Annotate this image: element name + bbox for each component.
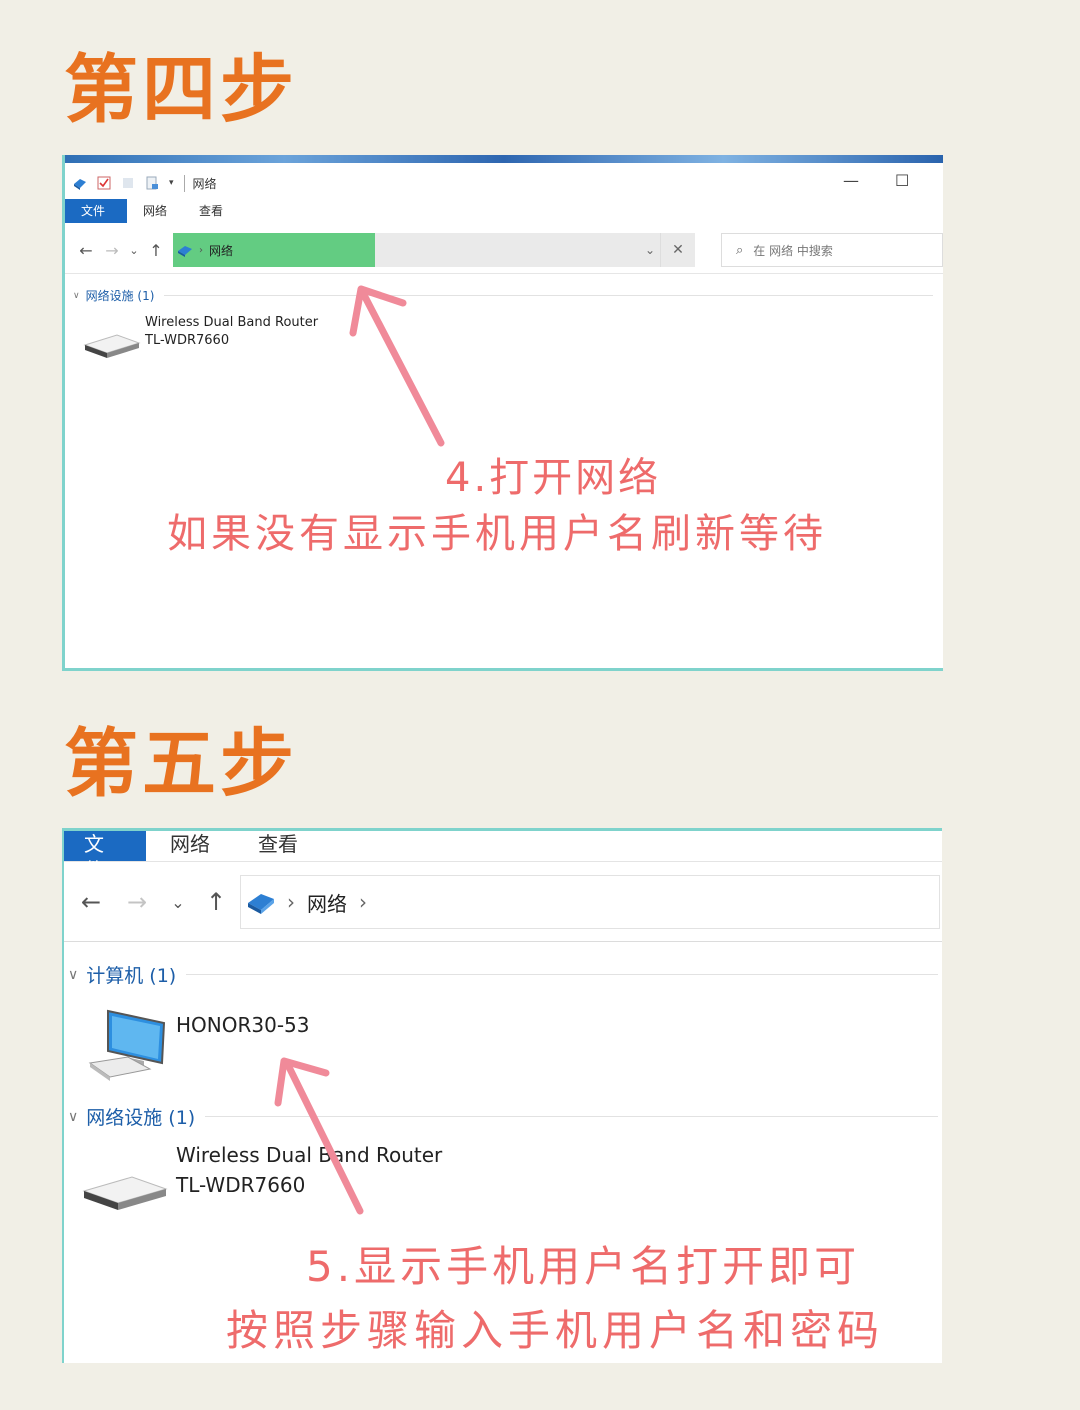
chevron-down-icon[interactable]: ∨ [68,1109,78,1125]
up-arrow-icon[interactable]: ↑ [143,241,169,260]
annotation-arrow-icon [349,285,445,447]
group-header-network-devices[interactable]: ∨ 网络设施 (1) [68,1103,938,1130]
divider [64,941,942,942]
forward-arrow-icon[interactable]: → [99,241,125,260]
step5-title: 第五步 [64,721,298,807]
router-icon[interactable] [83,331,141,359]
router-icon[interactable] [82,1171,168,1211]
network-icon[interactable] [73,176,87,190]
network-icon [178,246,192,257]
title-bar-strip [65,155,943,163]
chevron-right-icon: › [287,890,295,914]
folder-icon[interactable] [121,176,135,190]
network-icon [248,894,274,914]
device-model[interactable]: TL-WDR7660 [145,333,229,348]
search-box[interactable]: ⌕ 在 网络 中搜索 [721,233,943,267]
chevron-down-icon[interactable]: ▾ [169,178,174,188]
ribbon-tabs: 文件 网络 查看 [65,199,943,223]
tab-file[interactable]: 文件 [65,199,127,223]
step5-screenshot: 文件 网络 查看 ← → ⌄ ↑ › 网络 › ∨ 计算机 (1) HONOR3… [62,828,942,1363]
navigation-bar: ← → ⌄ ↑ › 网络 › [68,875,942,929]
tab-file[interactable]: 文件 [64,831,146,882]
annotation-line1: 5.显示手机用户名打开即可 [306,1242,861,1291]
tab-network[interactable]: 网络 [146,831,234,861]
chevron-down-icon[interactable]: ∨ [73,291,80,301]
group-header-computers[interactable]: ∨ 计算机 (1) [68,961,938,988]
tab-network[interactable]: 网络 [127,199,183,223]
back-arrow-icon[interactable]: ← [68,888,114,916]
device-name[interactable]: Wireless Dual Band Router [145,315,318,330]
step4-title: 第四步 [64,47,298,133]
chevron-right-icon[interactable]: › [359,890,367,914]
breadcrumb-network[interactable]: 网络 [307,888,347,917]
computer-icon[interactable] [88,1007,168,1083]
step4-screenshot: ▾ 网络 — ☐ 文件 网络 查看 ← → ⌄ ↑ › 网络 ⌄ ✕ ⌕ 在 网… [62,155,943,671]
group-label: 网络设施 (1) [86,1107,196,1129]
annotation-arrow-icon [274,1057,364,1215]
ribbon-tabs: 文件 网络 查看 [64,831,942,882]
annotation-line2: 如果没有显示手机用户名刷新等待 [167,511,827,557]
breadcrumb-network[interactable]: 网络 [209,242,233,259]
divider [65,273,943,274]
tab-view[interactable]: 查看 [234,831,322,861]
chevron-down-icon[interactable]: ⌄ [160,893,196,912]
chevron-down-icon[interactable]: ⌄ [125,244,143,257]
quick-access-toolbar: ▾ 网络 [73,173,217,193]
address-bar[interactable]: › 网络 › [240,875,940,929]
chevron-down-icon[interactable]: ⌄ [645,233,655,267]
forward-arrow-icon[interactable]: → [114,888,160,916]
chevron-right-icon: › [199,244,203,256]
group-label: 网络设施 (1) [85,289,155,303]
back-arrow-icon[interactable]: ← [73,241,99,260]
computer-name[interactable]: HONOR30-53 [176,1013,310,1037]
search-icon: ⌕ [736,242,744,258]
maximize-icon[interactable]: ☐ [895,171,909,190]
search-placeholder: 在 网络 中搜索 [753,243,833,258]
address-bar[interactable]: › 网络 ⌄ ✕ [173,233,695,267]
folder-icon[interactable] [145,176,159,190]
tab-view[interactable]: 查看 [183,199,239,223]
window-title: 网络 [183,174,217,192]
checkbox-icon[interactable] [97,176,111,190]
up-arrow-icon[interactable]: ↑ [196,888,236,916]
group-header-network-devices[interactable]: ∨ 网络设施 (1) [73,287,933,304]
close-icon[interactable]: ✕ [660,233,695,267]
annotation-line2: 按照步骤输入手机用户名和密码 [226,1306,885,1355]
chevron-down-icon[interactable]: ∨ [68,967,78,983]
minimize-icon[interactable]: — [843,171,859,190]
group-label: 计算机 (1) [86,965,177,987]
annotation-line1: 4.打开网络 [445,455,662,501]
